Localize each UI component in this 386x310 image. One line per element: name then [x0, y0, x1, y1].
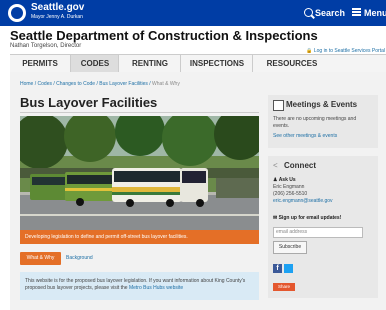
department-director: Nathan Torgelson, Director: [10, 43, 82, 49]
meetings-title: Meetings & Events: [286, 100, 358, 109]
calendar-icon: [273, 100, 284, 111]
nav-item-codes[interactable]: CODES: [70, 55, 119, 73]
breadcrumb-current: What & Why: [152, 81, 180, 87]
main-nav: PERMITS CODES RENTING INSPECTIONS RESOUR…: [10, 54, 386, 74]
brand-name[interactable]: Seattle.gov: [31, 3, 84, 13]
metro-bus-hubs-link[interactable]: Metro Bus Hubs website: [129, 285, 183, 291]
top-bar: Seattle.gov Mayor Jenny A. Durkan Search…: [0, 0, 386, 26]
contact-phone: (206) 256-5510: [273, 191, 308, 197]
seattle-seal-icon[interactable]: [8, 4, 26, 22]
breadcrumb-changes[interactable]: Changes to Code: [56, 81, 95, 87]
title-divider: [20, 112, 259, 113]
page-title: Bus Layover Facilities: [20, 95, 158, 110]
share-icon: <: [273, 161, 278, 170]
breadcrumb: Home / Codes / Changes to Code / Bus Lay…: [20, 81, 180, 87]
connect-title: Connect: [284, 161, 316, 170]
hamburger-menu-icon[interactable]: [352, 8, 361, 16]
share-button[interactable]: Share: [273, 283, 295, 291]
contact-email[interactable]: eric.engmann@seattle.gov: [273, 198, 333, 205]
contact-name: Eric Engmann: [273, 184, 305, 190]
subscribe-button[interactable]: Subscribe: [273, 241, 307, 254]
bus-street-illustration: [20, 116, 259, 230]
nav-item-permits[interactable]: PERMITS: [10, 55, 70, 73]
signup-label: ✉ Sign up for email updates!: [273, 215, 341, 222]
breadcrumb-codes[interactable]: Codes: [38, 81, 52, 87]
nav-item-inspections[interactable]: INSPECTIONS: [180, 55, 253, 73]
breadcrumb-home[interactable]: Home: [20, 81, 33, 87]
facebook-icon[interactable]: f: [273, 264, 282, 273]
hero-image: [20, 116, 259, 230]
twitter-icon[interactable]: [284, 264, 293, 273]
meetings-text-line2: events.: [273, 123, 290, 129]
menu-button[interactable]: Menu: [364, 8, 386, 18]
search-button[interactable]: Search: [315, 8, 345, 18]
meetings-link[interactable]: See other meetings & events: [273, 133, 337, 140]
search-icon[interactable]: [304, 8, 313, 17]
department-title[interactable]: Seattle Department of Construction & Ins…: [10, 28, 318, 43]
signup-text: Sign up for email updates!: [278, 215, 342, 221]
meetings-events-box: Meetings & Events There are no upcoming …: [268, 95, 378, 148]
ask-us-text: Ask Us: [278, 177, 296, 183]
ask-us-label: ♟ Ask Us: [273, 177, 296, 184]
tab-background[interactable]: Background: [66, 252, 93, 265]
mayor-name: Mayor Jenny A. Durkan: [31, 14, 83, 20]
meetings-text-line1: There are no upcoming meetings and: [273, 116, 357, 122]
breadcrumb-bus-layover[interactable]: Bus Layover Facilities: [99, 81, 148, 87]
email-field[interactable]: email address: [273, 227, 363, 238]
hero-caption: Developing legislation to define and per…: [20, 230, 259, 244]
hero-caption-text: Developing legislation to define and per…: [25, 234, 188, 240]
info-notice: This website is for the proposed bus lay…: [20, 272, 259, 300]
nav-item-renting[interactable]: RENTING: [118, 55, 181, 73]
tab-what-and-why[interactable]: What & Why: [20, 252, 61, 265]
nav-item-resources[interactable]: RESOURCES: [252, 55, 331, 73]
